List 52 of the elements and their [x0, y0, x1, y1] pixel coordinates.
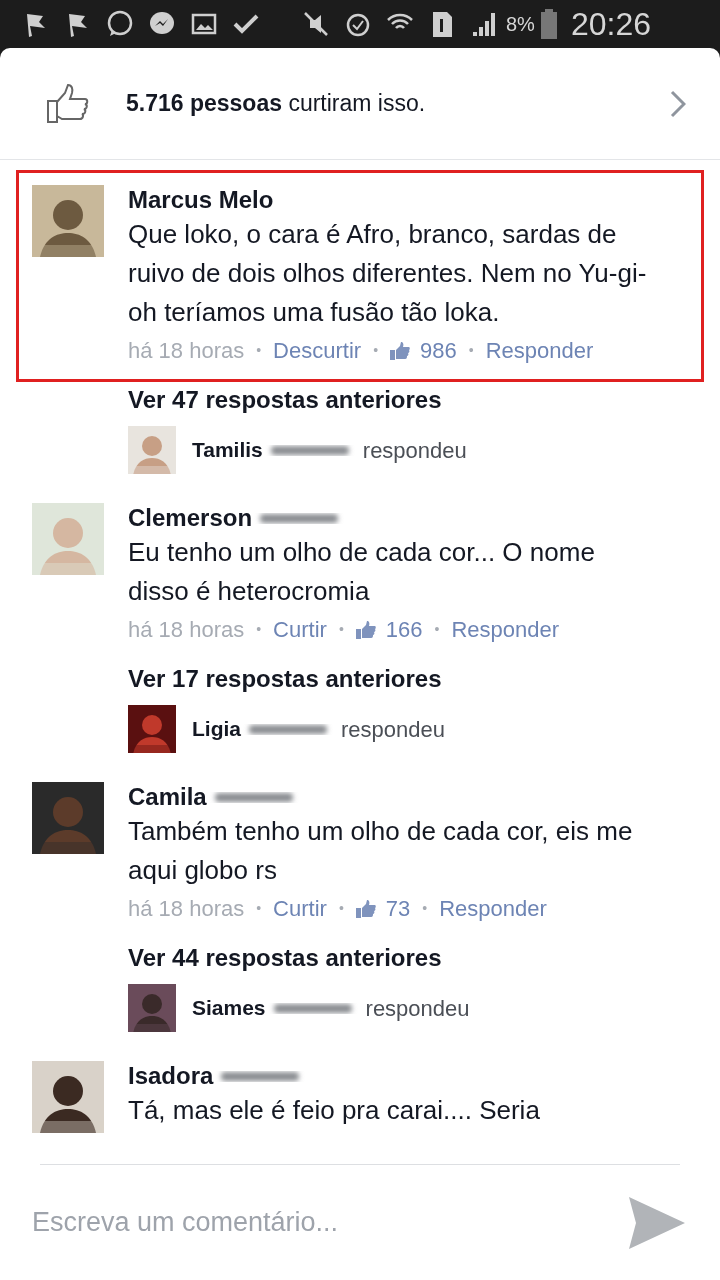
separator-dot: • [373, 341, 379, 360]
separator-dot: • [256, 341, 262, 360]
likes-summary[interactable]: 5.716 pessoas curtiram isso. [126, 86, 670, 121]
separator-dot: • [468, 341, 474, 360]
reply-status: respondeu [365, 994, 470, 1023]
thumbs-up-icon [355, 899, 376, 918]
chat-bubble-icon [106, 10, 134, 38]
comment-time: há 18 horas [128, 337, 245, 365]
send-icon[interactable] [628, 1195, 686, 1250]
muted-speaker-icon [302, 10, 330, 38]
action-link[interactable]: Curtir [273, 613, 327, 646]
action-link[interactable]: Responder [439, 892, 547, 925]
action-link[interactable]: Curtir [273, 892, 327, 925]
view-replies-link[interactable]: Ver 17 respostas anteriores [128, 661, 720, 697]
like-count: 166 [385, 616, 423, 644]
comment-text: Eu tenho um olho de cada cor... O nome disso é heterocromia [128, 536, 596, 608]
commenter-name[interactable]: Clemerson [128, 503, 253, 533]
thumbs-up-icon [46, 83, 90, 124]
commenter-name[interactable]: Marcus Melo [128, 185, 274, 215]
comment-input-field[interactable]: Escreva um comentário... [32, 1202, 628, 1243]
reply-author[interactable]: Tamilis [192, 434, 263, 466]
signal-icon [470, 10, 498, 38]
separator-dot: • [256, 899, 262, 918]
chevron-right-icon[interactable] [670, 89, 686, 118]
battery-percentage: 8% [506, 12, 535, 37]
comment-text: Tá, mas ele é feio pra carai.... Seria [128, 1094, 541, 1127]
reply-author[interactable]: Siames [192, 992, 266, 1024]
separator-dot: • [338, 899, 344, 918]
action-link[interactable]: Responder [485, 334, 594, 367]
comment-time: há 18 horas [128, 616, 245, 644]
commenter-name[interactable]: Isadora [128, 1061, 214, 1091]
comment-time: há 18 horas [128, 895, 245, 923]
action-link[interactable]: Descurtir [273, 334, 362, 367]
like-count: 986 [420, 337, 457, 365]
view-replies-link[interactable]: Ver 44 respostas anteriores [128, 940, 720, 976]
commenter-name[interactable]: Camila [128, 782, 207, 812]
thumbs-up-icon [355, 620, 376, 639]
separator-dot: • [422, 899, 428, 918]
separator-dot: • [338, 620, 344, 639]
clock: 20:26 [570, 5, 651, 44]
like-count: 73 [385, 895, 411, 923]
comment-text: Também tenho um olho de cada cor, eis me aqui globo rs [128, 815, 634, 887]
reply-status: respondeu [341, 715, 445, 744]
reply-author[interactable]: Ligia [192, 713, 241, 745]
separator-dot: • [256, 620, 262, 639]
reply-status: respondeu [362, 436, 467, 465]
view-replies-link[interactable]: Ver 47 respostas anteriores [128, 382, 720, 418]
thumbs-up-icon [390, 341, 411, 360]
comment-text: Que loko, o cara é Afro, branco, sardas de ruivo de dois olhos diferentes. Nem no Yu-gi-oh teríamos uma fusão tão loka. [128, 218, 648, 329]
separator-dot: • [434, 620, 440, 639]
action-link[interactable]: Responder [451, 613, 560, 646]
battery-icon [540, 9, 557, 39]
